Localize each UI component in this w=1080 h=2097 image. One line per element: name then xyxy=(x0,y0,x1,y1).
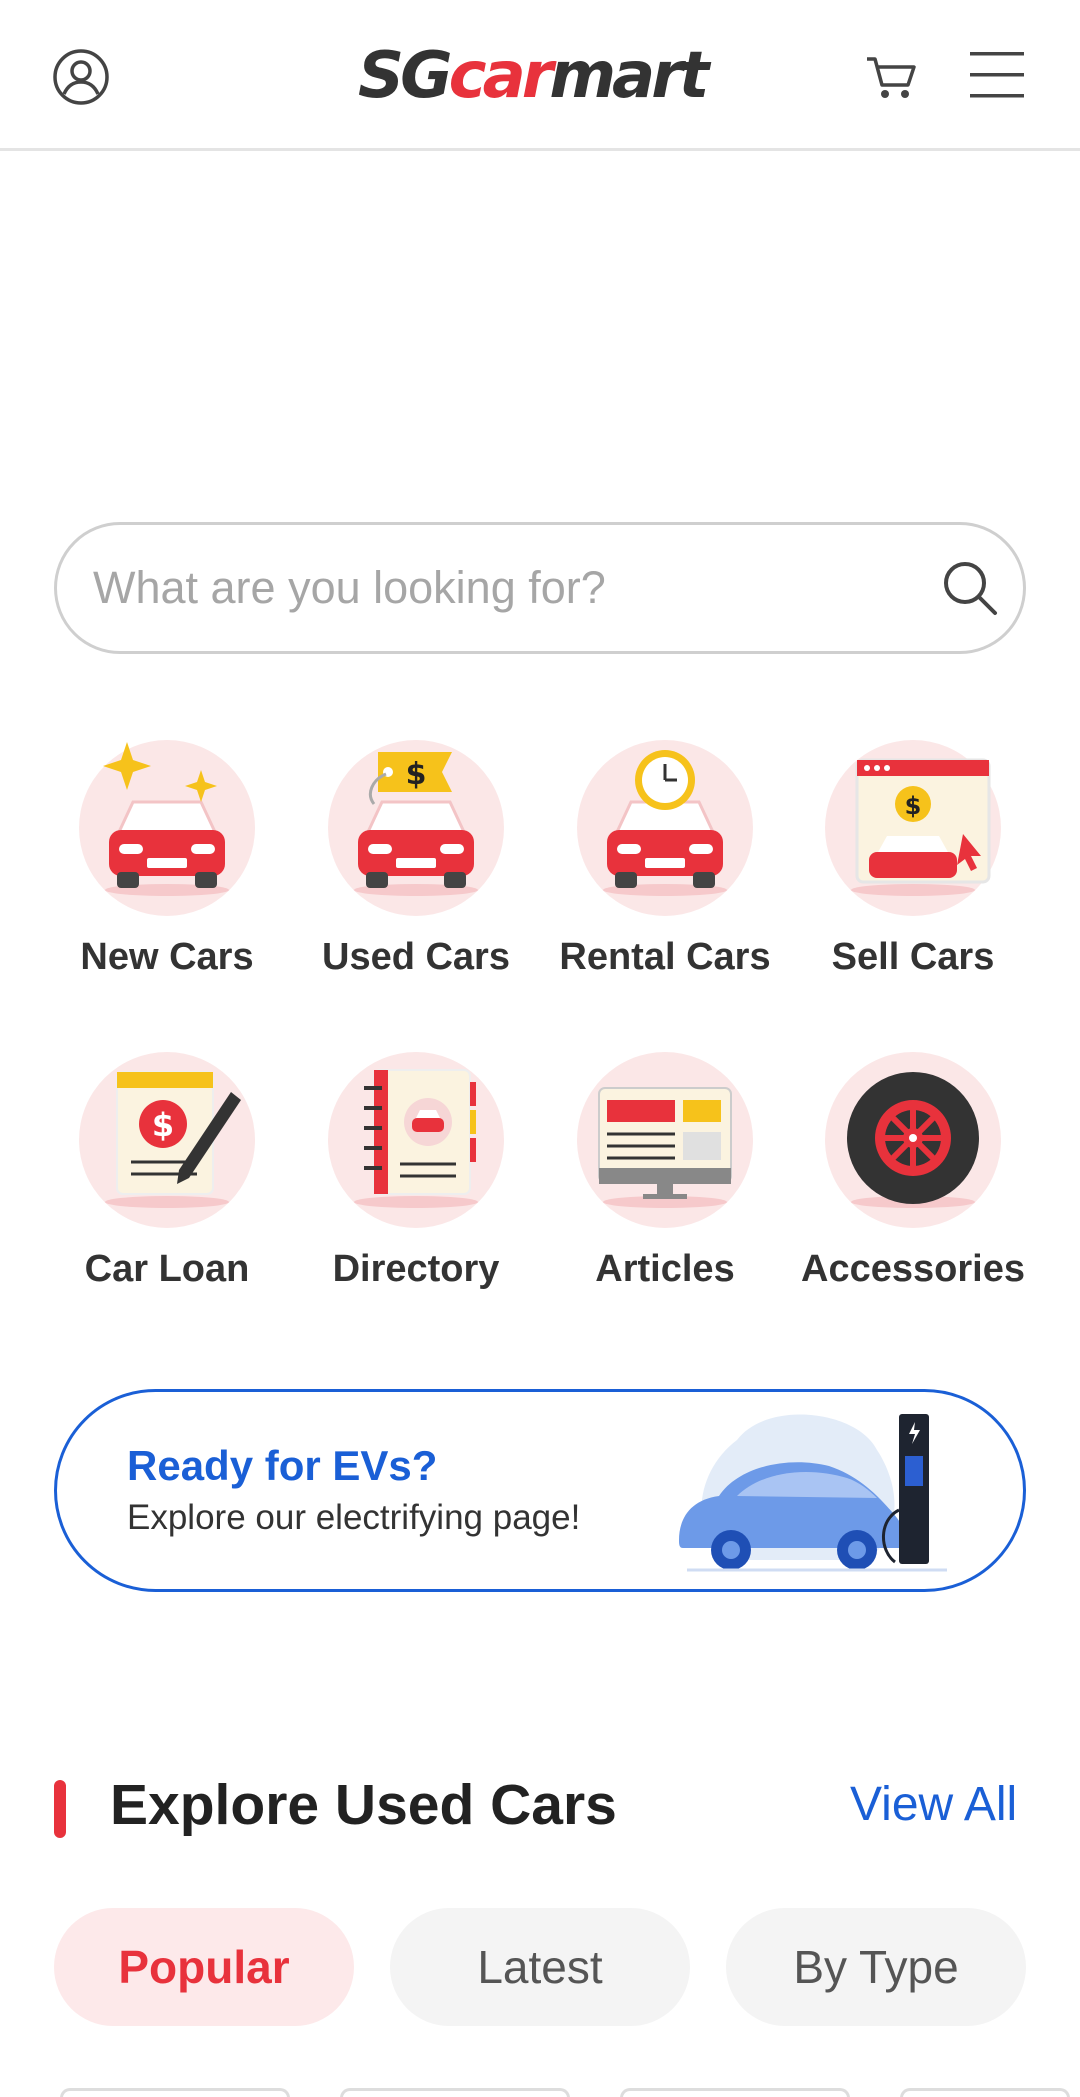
car-card-peek xyxy=(340,2088,570,2097)
electric-car-charging-icon xyxy=(679,1414,947,1572)
car-card-peek xyxy=(900,2088,1070,2097)
car-card-peek xyxy=(60,2088,290,2097)
sgcarmart-logo[interactable]: SGcarmart xyxy=(358,38,709,114)
category-label: Rental Cars xyxy=(559,936,771,978)
tab-by-type[interactable]: By Type xyxy=(726,1908,1026,2026)
car-loan-icon: $ xyxy=(79,1052,255,1228)
tab-popular[interactable]: Popular xyxy=(54,1908,354,2026)
ev-banner-subtitle: Explore our electrifying page! xyxy=(127,1498,581,1537)
category-rental-cars[interactable]: Rental Cars xyxy=(545,740,785,979)
category-new-cars[interactable]: New Cars xyxy=(47,740,287,979)
articles-icon xyxy=(577,1052,753,1228)
top-header: SGcarmart xyxy=(0,0,1080,151)
search-icon[interactable] xyxy=(937,555,1003,621)
category-label: Sell Cars xyxy=(831,936,995,978)
view-all-link[interactable]: View All xyxy=(850,1777,1017,1832)
accessories-icon xyxy=(825,1052,1001,1228)
category-label: Accessories xyxy=(801,1248,1025,1290)
directory-icon xyxy=(328,1052,504,1228)
svg-text:$: $ xyxy=(152,1106,174,1144)
category-accessories[interactable]: Accessories xyxy=(793,1052,1033,1291)
cart-icon[interactable] xyxy=(860,46,922,108)
category-label: Directory xyxy=(332,1248,500,1290)
ev-banner-title: Ready for EVs? xyxy=(127,1442,438,1489)
category-used-cars[interactable]: $ Used Cars xyxy=(296,740,536,979)
sell-car-icon: $ xyxy=(825,740,1001,916)
svg-text:$: $ xyxy=(905,792,922,820)
category-label: New Cars xyxy=(80,936,254,978)
car-card-peek xyxy=(620,2088,850,2097)
category-label: Car Loan xyxy=(84,1248,250,1290)
category-label: Used Cars xyxy=(322,936,510,978)
ev-banner[interactable]: Ready for EVs? Explore our electrifying … xyxy=(54,1389,1026,1592)
rental-car-icon xyxy=(577,740,753,916)
category-directory[interactable]: Directory xyxy=(296,1052,536,1291)
category-articles[interactable]: Articles xyxy=(545,1052,785,1291)
section-title: Explore Used Cars xyxy=(110,1773,617,1837)
search-input[interactable] xyxy=(93,525,933,651)
category-label: Articles xyxy=(595,1248,735,1290)
category-car-loan[interactable]: $ Car Loan xyxy=(47,1052,287,1291)
used-car-icon: $ xyxy=(328,740,504,916)
hamburger-menu-icon[interactable] xyxy=(966,44,1028,106)
user-circle-icon[interactable] xyxy=(48,44,114,110)
svg-text:$: $ xyxy=(406,757,427,792)
section-accent-bar xyxy=(54,1780,66,1838)
category-sell-cars[interactable]: $ Sell Cars xyxy=(793,740,1033,979)
search-bar[interactable] xyxy=(54,522,1026,654)
new-car-icon xyxy=(79,740,255,916)
tab-latest[interactable]: Latest xyxy=(390,1908,690,2026)
